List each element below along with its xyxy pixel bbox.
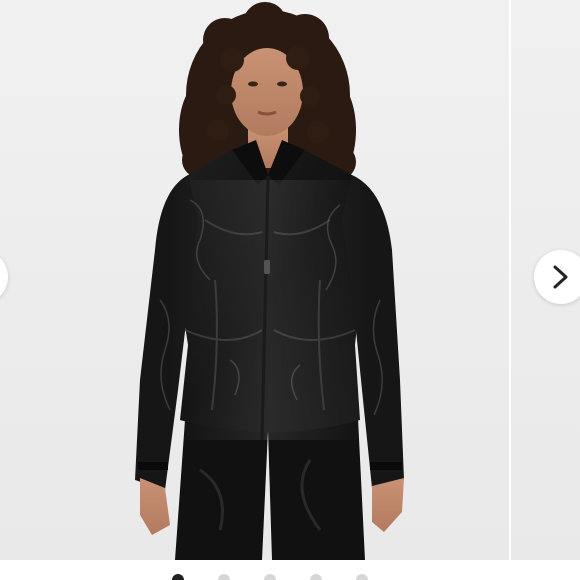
pagination-dot[interactable] (218, 574, 230, 580)
product-photo-illustration (135, 2, 404, 560)
product-image-carousel (0, 0, 580, 580)
pagination-dot[interactable] (356, 574, 368, 580)
pagination-dot[interactable] (172, 574, 184, 580)
right-hand (372, 478, 404, 532)
chevron-right-icon (553, 265, 568, 289)
next-image-button[interactable] (534, 250, 580, 304)
pagination-dot[interactable] (264, 574, 276, 580)
pagination-dot[interactable] (310, 574, 322, 580)
product-photo[interactable] (0, 0, 509, 560)
left-hand (140, 478, 170, 535)
carousel-pagination (0, 574, 509, 580)
